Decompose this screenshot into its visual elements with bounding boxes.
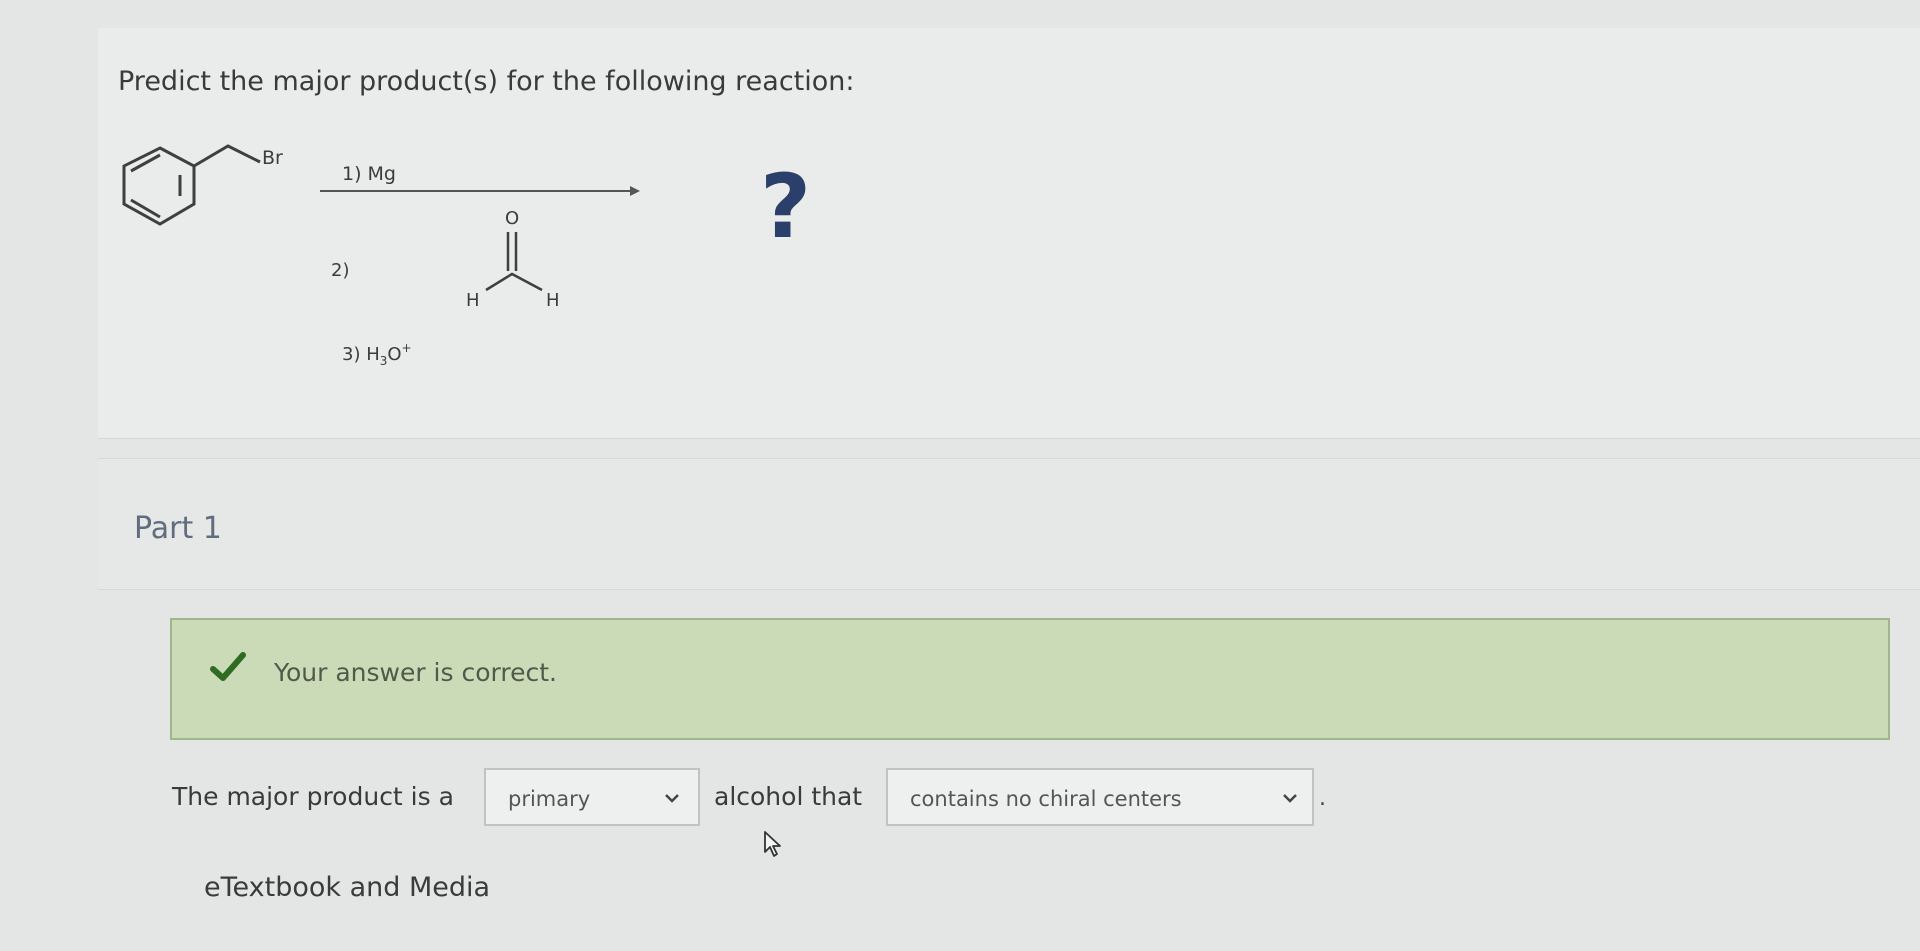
answer-period: . — [1319, 786, 1326, 811]
chevron-down-icon — [1283, 794, 1297, 803]
answer-row: The major product is a primary alcohol t… — [172, 768, 1372, 830]
step2-label: 2) — [331, 260, 349, 281]
aldehyde-h-left: H — [466, 290, 480, 311]
chirality-value: contains no chiral centers — [910, 787, 1182, 811]
answer-text-before: The major product is a — [172, 782, 454, 811]
answer-text-middle: alcohol that — [714, 782, 863, 811]
product-question-mark: ? — [760, 155, 812, 258]
question-panel: Predict the major product(s) for the fol… — [98, 28, 1920, 439]
aldehyde-h-right: H — [546, 290, 560, 311]
bromine-label: Br — [262, 147, 283, 169]
alcohol-type-value: primary — [508, 787, 591, 811]
etextbook-link[interactable]: eTextbook and Media — [204, 872, 490, 903]
alcohol-type-select[interactable]: primary — [484, 768, 700, 826]
part-label: Part 1 — [134, 511, 222, 546]
chirality-select[interactable]: contains no chiral centers — [886, 768, 1314, 826]
cursor-icon — [764, 831, 781, 857]
step3-label: 3) H3O+ — [342, 341, 412, 368]
chevron-down-icon — [665, 794, 679, 803]
benzene-ring — [122, 144, 261, 226]
aldehyde-oxygen: O — [505, 208, 519, 229]
part-header: Part 1 — [98, 458, 1920, 590]
reaction-scheme: Br 1) Mg 2) O H H 3) H3O+ — [122, 144, 640, 368]
feedback-message: Your answer is correct. — [274, 658, 557, 687]
feedback-banner: Your answer is correct. — [170, 618, 1890, 740]
carbonyl-bonds — [485, 232, 543, 292]
step1-label: 1) Mg — [342, 163, 396, 185]
reaction-arrow — [320, 186, 640, 196]
check-icon — [210, 652, 246, 681]
